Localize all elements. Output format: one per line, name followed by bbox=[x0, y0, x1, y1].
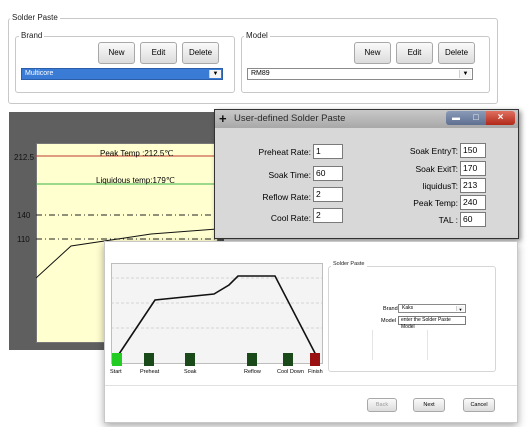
stage-marker-soak[interactable] bbox=[185, 353, 195, 366]
wizard-window: Start Preheat Soak Reflow Cool Down Fini… bbox=[104, 241, 518, 423]
wizard-brand-select[interactable]: Kaks ▼ bbox=[398, 304, 466, 313]
solder-paste-group-title: Solder Paste bbox=[10, 13, 60, 22]
stage-marker-cool-down[interactable] bbox=[283, 353, 293, 366]
brand-edit-button[interactable]: Edit bbox=[140, 42, 177, 64]
chevron-down-icon[interactable]: ▼ bbox=[459, 70, 471, 78]
wizard-divider bbox=[372, 330, 373, 360]
brand-delete-button[interactable]: Delete bbox=[182, 42, 219, 64]
y-tick-label: 212.5 bbox=[14, 153, 35, 162]
liquidus-temp-input[interactable]: 213 bbox=[460, 178, 486, 193]
soak-time-label: Soak Time: bbox=[268, 170, 311, 180]
peak-temp-label: Peak Temp :212.5℃ bbox=[100, 149, 174, 158]
stage-label-finish: Finish bbox=[308, 369, 323, 375]
dialog-titlebar[interactable]: + User-defined Solder Paste ▬ □ × bbox=[215, 110, 518, 128]
wizard-brand-label: Brand bbox=[383, 306, 398, 312]
reflow-rate-input[interactable]: 2 bbox=[313, 187, 343, 202]
peak-temp-label: Peak Temp: bbox=[413, 198, 458, 208]
tal-label: TAL : bbox=[438, 215, 458, 225]
brand-select[interactable]: Multicore ▼ bbox=[21, 68, 223, 80]
crosshair-icon: + bbox=[219, 111, 227, 126]
brand-new-button[interactable]: New bbox=[98, 42, 135, 64]
next-button[interactable]: Next bbox=[413, 398, 445, 412]
wizard-profile-curve bbox=[116, 275, 318, 358]
maximize-icon[interactable]: □ bbox=[466, 111, 486, 125]
stage-marker-start[interactable] bbox=[112, 353, 122, 366]
model-select-value: RM89 bbox=[251, 70, 270, 77]
cancel-button[interactable]: Cancel bbox=[463, 398, 495, 412]
wizard-divider bbox=[427, 330, 428, 360]
back-button[interactable]: Back bbox=[367, 398, 397, 412]
wizard-model-input[interactable]: enter the Solder Paste Model bbox=[398, 316, 466, 330]
cool-rate-input[interactable]: 2 bbox=[313, 208, 343, 223]
close-icon[interactable]: × bbox=[486, 111, 515, 125]
preheat-rate-label: Preheat Rate: bbox=[258, 147, 311, 157]
wizard-chart-svg bbox=[111, 275, 322, 358]
soak-entry-temp-input[interactable]: 150 bbox=[460, 143, 486, 158]
stage-marker-reflow[interactable] bbox=[247, 353, 257, 366]
window-controls: ▬ □ × bbox=[446, 111, 515, 125]
soak-exit-temp-label: Soak ExitT: bbox=[415, 164, 458, 174]
dialog-title: User-defined Solder Paste bbox=[234, 113, 346, 124]
stage-label-reflow: Reflow bbox=[244, 369, 261, 375]
cool-rate-label: Cool Rate: bbox=[270, 213, 311, 223]
reflow-rate-label: Reflow Rate: bbox=[262, 192, 311, 202]
brand-select-value: Multicore bbox=[25, 70, 54, 77]
stage-label-cool-down: Cool Down bbox=[277, 369, 304, 375]
stage-label-start: Start bbox=[110, 369, 122, 375]
wizard-brand-value: Kaks bbox=[402, 305, 414, 311]
y-tick-label: 110 bbox=[17, 235, 30, 244]
y-tick-label: 140 bbox=[17, 211, 31, 220]
stage-marker-finish[interactable] bbox=[310, 353, 320, 366]
chevron-down-icon[interactable]: ▼ bbox=[456, 306, 464, 312]
soak-entry-temp-label: Soak EntryT: bbox=[409, 146, 458, 156]
wizard-footer-divider bbox=[105, 385, 517, 386]
model-edit-button[interactable]: Edit bbox=[396, 42, 433, 64]
model-new-button[interactable]: New bbox=[354, 42, 391, 64]
soak-time-input[interactable]: 60 bbox=[313, 166, 343, 181]
liquidous-temp-label: Liquidous temp:179℃ bbox=[96, 176, 175, 185]
model-group-title: Model bbox=[244, 31, 270, 40]
liquidus-temp-label: liquidusT: bbox=[422, 181, 458, 191]
chevron-down-icon[interactable]: ▼ bbox=[209, 70, 221, 78]
peak-temp-input[interactable]: 240 bbox=[460, 195, 486, 210]
preheat-rate-input[interactable]: 1 bbox=[313, 144, 343, 159]
stage-label-preheat: Preheat bbox=[140, 369, 160, 375]
stage-marker-preheat[interactable] bbox=[144, 353, 154, 366]
soak-exit-temp-input[interactable]: 170 bbox=[460, 161, 486, 176]
brand-group-title: Brand bbox=[19, 31, 45, 40]
tal-input[interactable]: 60 bbox=[460, 212, 486, 227]
model-select[interactable]: RM89 ▼ bbox=[247, 68, 473, 80]
wizard-panel-title: Solder Paste bbox=[331, 261, 367, 267]
user-defined-dialog: + User-defined Solder Paste ▬ □ × Prehea… bbox=[214, 109, 519, 239]
stage-label-soak: Soak bbox=[184, 369, 197, 375]
wizard-model-label: Model bbox=[381, 318, 396, 324]
minimize-icon[interactable]: ▬ bbox=[446, 111, 466, 125]
model-delete-button[interactable]: Delete bbox=[438, 42, 475, 64]
